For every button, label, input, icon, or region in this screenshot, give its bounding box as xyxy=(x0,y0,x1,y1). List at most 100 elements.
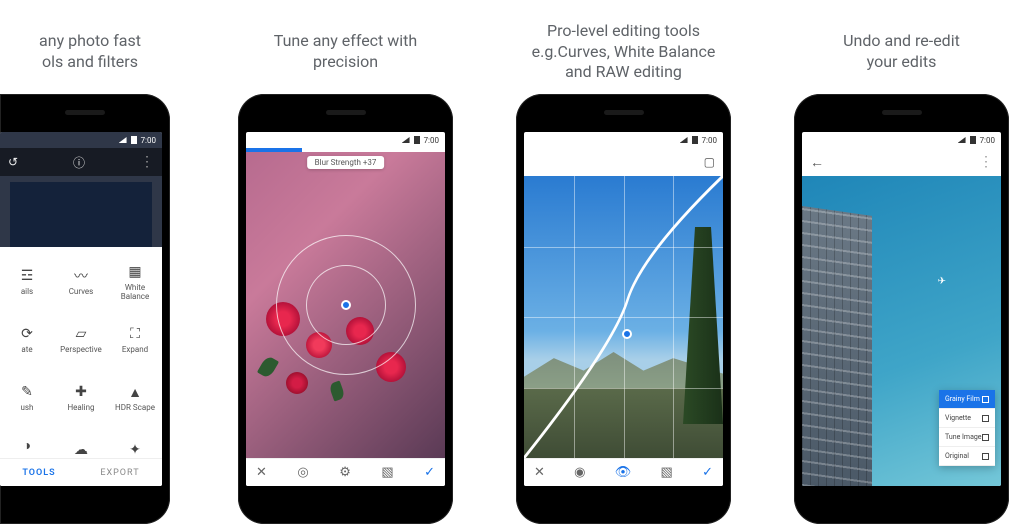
phone-frame: 7:00 ↺ ⓘ ails Curves White Balance ate Persp… xyxy=(0,94,170,524)
tool-label: Curves xyxy=(69,288,94,297)
layers-button[interactable]: ▧ xyxy=(381,465,393,480)
tonal-icon xyxy=(18,437,36,455)
editor-action-bar: ✕ ◎ ⚙ ▧ ✓ xyxy=(246,458,445,486)
battery-icon xyxy=(131,136,137,144)
expand-icon xyxy=(126,325,144,343)
tool-label: Healing xyxy=(67,404,94,413)
bottom-tab-bar: TOOLS EXPORT xyxy=(0,458,162,486)
photo-canvas[interactable] xyxy=(524,176,723,458)
tool-healing[interactable]: Healing xyxy=(54,369,108,427)
tab-tools[interactable]: TOOLS xyxy=(22,468,55,478)
history-icon[interactable]: ↺ xyxy=(8,155,18,169)
phone-speaker xyxy=(604,110,644,115)
photo-bird-icon: ✈ xyxy=(938,276,946,287)
phone-frame: 7:00 Blur Strength +37 ✕ ◎ xyxy=(238,94,453,524)
history-step-grainy-film[interactable]: Grainy Film xyxy=(939,390,995,409)
info-icon[interactable]: ⓘ xyxy=(73,154,85,171)
focus-center-handle[interactable] xyxy=(341,300,351,310)
brush-icon xyxy=(18,383,36,401)
vintage-icon xyxy=(126,441,144,459)
rotate-icon xyxy=(18,325,36,343)
curve-line[interactable] xyxy=(524,176,723,458)
tool-label: Perspective xyxy=(60,346,102,355)
tool-perspective[interactable]: Perspective xyxy=(54,311,108,369)
panel-caption: Tune any effect with precision xyxy=(274,20,417,84)
compare-icon[interactable]: ▢ xyxy=(704,155,715,169)
cancel-button[interactable]: ✕ xyxy=(256,465,267,480)
tool-label: White Balance xyxy=(121,284,149,302)
photo-canvas[interactable]: ✈ Grainy Film Vignette Tune Image Original xyxy=(802,176,1001,486)
phone-screen: 7:00 ▢ xyxy=(524,132,723,486)
phone-speaker xyxy=(882,110,922,115)
signal-icon xyxy=(958,137,966,143)
overflow-menu-icon[interactable] xyxy=(140,154,154,170)
cancel-button[interactable]: ✕ xyxy=(534,465,545,480)
confirm-button[interactable]: ✓ xyxy=(424,465,435,480)
tool-label: ails xyxy=(21,288,33,297)
history-step-label: Vignette xyxy=(945,414,971,422)
editor-dimmed-backdrop: 7:00 ↺ ⓘ xyxy=(0,132,162,247)
battery-icon xyxy=(970,136,976,144)
screenshots-row: any photo fast ols and filters 7:00 ↺ ⓘ xyxy=(0,0,1024,511)
layers-button[interactable]: ▧ xyxy=(661,465,673,480)
panel-caption: Undo and re-edit your edits xyxy=(843,20,960,84)
history-step-label: Original xyxy=(945,452,969,460)
adjust-button[interactable]: ⚙ xyxy=(339,465,351,480)
tool-label: ate xyxy=(21,346,32,355)
tool-rotate[interactable]: ate xyxy=(0,311,54,369)
history-step-tune-image[interactable]: Tune Image xyxy=(939,428,995,447)
perspective-icon xyxy=(72,325,90,343)
details-icon xyxy=(18,267,36,285)
app-top-bar xyxy=(802,148,1001,176)
curve-handle[interactable] xyxy=(622,329,632,339)
tool-white-bal[interactable]: White Balance xyxy=(108,253,162,311)
edit-history-stack: Grainy Film Vignette Tune Image Original xyxy=(939,390,995,466)
panel-tools: any photo fast ols and filters 7:00 ↺ ⓘ xyxy=(0,20,180,524)
tab-export[interactable]: EXPORT xyxy=(100,468,139,478)
status-bar: 7:00 xyxy=(0,132,162,148)
healing-icon xyxy=(72,383,90,401)
status-time: 7:00 xyxy=(424,136,439,145)
phone-frame: 7:00 ▢ xyxy=(516,94,731,524)
status-bar: 7:00 xyxy=(524,132,723,148)
hdr-scape-icon xyxy=(126,383,144,401)
history-step-original[interactable]: Original xyxy=(939,447,995,466)
battery-icon xyxy=(414,136,420,144)
target-button[interactable]: ◎ xyxy=(297,465,308,480)
signal-icon xyxy=(680,137,688,143)
history-step-thumb-icon xyxy=(982,415,989,422)
curves-icon xyxy=(72,267,90,285)
phone-frame: 7:00 ✈ Grainy Film Vignette Tune Image Orig… xyxy=(794,94,1009,524)
tool-curves[interactable]: Curves xyxy=(54,253,108,311)
photo-canvas[interactable]: Blur Strength +37 xyxy=(246,152,445,458)
history-step-thumb-icon xyxy=(982,453,989,460)
status-time: 7:00 xyxy=(980,136,995,145)
panel-history: Undo and re-edit your edits 7:00 ✈ Grain xyxy=(789,20,1014,524)
phone-speaker xyxy=(65,110,105,115)
back-button[interactable] xyxy=(810,154,824,171)
tool-brush[interactable]: ush xyxy=(0,369,54,427)
overflow-menu-icon[interactable] xyxy=(979,154,993,170)
tool-label: HDR Scape xyxy=(115,404,155,413)
tool-details[interactable]: ails xyxy=(0,253,54,311)
status-bar: 7:00 xyxy=(802,132,1001,148)
tool-expand[interactable]: Expand xyxy=(108,311,162,369)
app-top-bar: ↺ ⓘ xyxy=(0,148,162,176)
preview-button[interactable]: 👁 xyxy=(615,465,632,480)
panel-caption: Pro-level editing tools e.g.Curves, Whit… xyxy=(532,20,716,84)
confirm-button[interactable]: ✓ xyxy=(702,465,713,480)
history-step-label: Tune Image xyxy=(945,433,982,441)
history-step-vignette[interactable]: Vignette xyxy=(939,409,995,428)
photo-preview-dimmed xyxy=(10,182,152,247)
history-step-label: Grainy Film xyxy=(945,395,980,403)
tool-hdr-scape[interactable]: HDR Scape xyxy=(108,369,162,427)
signal-icon xyxy=(402,137,410,143)
status-bar: 7:00 xyxy=(246,132,445,148)
signal-icon xyxy=(119,137,127,143)
tools-grid: ails Curves White Balance ate Perspective Exp… xyxy=(0,247,162,458)
tool-label: ush xyxy=(21,404,34,413)
phone-screen: 7:00 Blur Strength +37 ✕ ◎ xyxy=(246,132,445,486)
app-top-bar: ▢ xyxy=(524,148,723,176)
panel-caption: any photo fast ols and filters xyxy=(39,20,141,84)
channel-button[interactable]: ◉ xyxy=(574,465,585,480)
